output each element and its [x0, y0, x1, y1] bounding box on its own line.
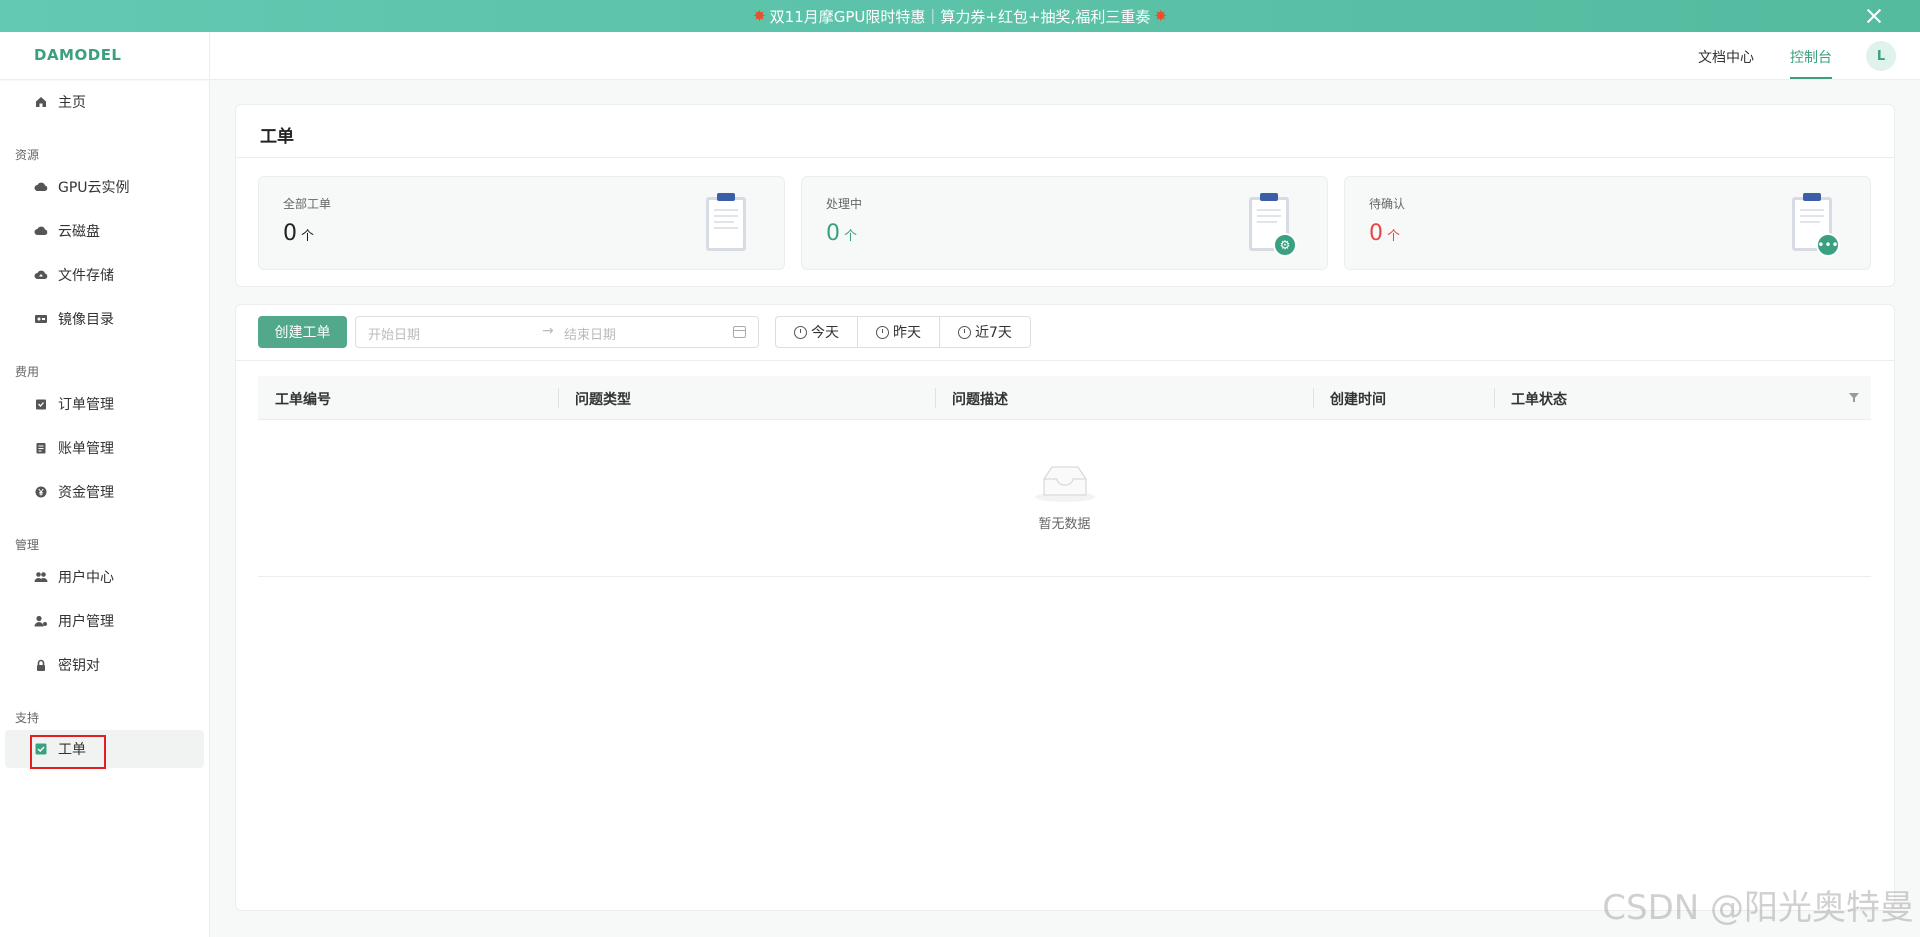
sidebar-item-image-catalog[interactable]: 镜像目录: [0, 300, 209, 338]
empty-inbox-icon: [1035, 466, 1095, 502]
column-created-time: 创建时间: [1330, 392, 1386, 408]
sidebar: 主页 资源 GPU云实例 云磁盘 文件存储 镜像目录 费用 订单管理 账单管理 …: [0, 81, 209, 937]
top-bar: DAMODEL 文档中心 控制台 L: [0, 32, 1920, 80]
quick-date-group: 今天 昨天 近7天: [775, 316, 1031, 348]
avatar[interactable]: L: [1866, 41, 1896, 71]
console-link[interactable]: 控制台: [1790, 47, 1832, 67]
sidebar-item-label: 主页: [58, 95, 86, 111]
sidebar-item-label: 用户管理: [58, 614, 114, 630]
yesterday-button[interactable]: 昨天: [857, 316, 940, 348]
sidebar-item-label: 资金管理: [58, 485, 114, 501]
calendar-icon: [733, 326, 746, 338]
clock-icon: [958, 325, 971, 339]
home-icon: [34, 95, 48, 109]
stat-card-processing[interactable]: 处理中 0个 ⚙: [801, 176, 1328, 270]
column-ticket-status: 工单状态: [1511, 392, 1567, 408]
promo-banner-text[interactable]: 双11月摩GPU限时特惠｜算力券+红包+抽奖,福利三重奏: [770, 6, 1151, 27]
arrow-right-icon: →: [542, 323, 554, 339]
sidebar-item-file-storage[interactable]: 文件存储: [0, 256, 209, 294]
promo-banner: ✸ 双11月摩GPU限时特惠｜算力券+红包+抽奖,福利三重奏 ✸: [0, 0, 1920, 32]
sidebar-item-label: 密钥对: [58, 658, 100, 674]
sidebar-item-cloud-disk[interactable]: 云磁盘: [0, 212, 209, 250]
sidebar-section-support: 支持: [15, 711, 40, 725]
cloud-disk-icon: [34, 224, 48, 238]
stat-label: 待确认: [1369, 197, 1406, 211]
console-link-underline: [1790, 77, 1832, 79]
column-separator: [558, 388, 559, 408]
clipboard-icon: [706, 193, 746, 251]
today-button[interactable]: 今天: [775, 316, 858, 348]
cloud-upload-icon: [34, 268, 48, 282]
start-date-input[interactable]: 开始日期: [368, 324, 420, 343]
column-separator: [1313, 388, 1314, 408]
filter-divider: [235, 360, 1895, 361]
panel-divider: [236, 157, 1894, 158]
sidebar-item-label: 云磁盘: [58, 224, 100, 240]
sidebar-section-resources: 资源: [15, 148, 40, 162]
stat-value: 0个: [826, 221, 858, 246]
sidebar-item-label: 订单管理: [58, 397, 114, 413]
stat-label: 处理中: [826, 197, 863, 211]
sidebar-item-orders[interactable]: 订单管理: [0, 385, 209, 423]
sidebar-section-management: 管理: [15, 538, 40, 552]
sidebar-item-label: 镜像目录: [58, 312, 114, 328]
watermark: CSDN @阳光奥特曼: [1602, 888, 1914, 928]
stat-card-pending[interactable]: 待确认 0个 •••: [1344, 176, 1871, 270]
date-range-picker[interactable]: 开始日期 → 结束日期: [355, 316, 759, 348]
column-separator: [1494, 388, 1495, 408]
sidebar-divider: [209, 32, 210, 937]
last-7-days-button[interactable]: 近7天: [939, 316, 1031, 348]
column-issue-type: 问题类型: [575, 392, 631, 408]
stat-card-all[interactable]: 全部工单 0个: [258, 176, 785, 270]
sidebar-item-label: 文件存储: [58, 268, 114, 284]
close-icon[interactable]: [1864, 6, 1884, 26]
more-dots-icon: •••: [1816, 233, 1840, 257]
page-title: 工单: [260, 127, 294, 147]
burst-icon: ✸: [1154, 7, 1167, 25]
burst-icon: ✸: [753, 7, 766, 25]
docs-center-link[interactable]: 文档中心: [1698, 47, 1754, 67]
gear-icon: ⚙: [1273, 233, 1297, 257]
sidebar-item-keypair[interactable]: 密钥对: [0, 646, 209, 684]
stat-value: 0个: [1369, 221, 1401, 246]
column-ticket-id: 工单编号: [275, 392, 331, 408]
sidebar-item-label: GPU云实例: [58, 180, 130, 196]
clock-icon: [794, 325, 807, 339]
table-header: 工单编号 问题类型 问题描述 创建时间 工单状态: [258, 376, 1871, 420]
user-gear-icon: [34, 614, 48, 628]
image-catalog-icon: [34, 312, 48, 326]
sidebar-item-funds[interactable]: 资金管理: [0, 473, 209, 511]
empty-state: 暂无数据: [258, 421, 1871, 577]
sidebar-item-label: 账单管理: [58, 441, 114, 457]
end-date-input[interactable]: 结束日期: [564, 324, 616, 343]
column-separator: [935, 388, 936, 408]
clock-icon: [876, 325, 889, 339]
stat-value: 0个: [283, 221, 315, 246]
stat-label: 全部工单: [283, 197, 332, 211]
cloud-icon: [34, 180, 48, 194]
bill-icon: [34, 441, 48, 455]
logo[interactable]: DAMODEL: [34, 46, 122, 64]
sidebar-item-user-management[interactable]: 用户管理: [0, 602, 209, 640]
sidebar-item-home[interactable]: 主页: [0, 83, 209, 121]
yen-icon: [34, 485, 48, 499]
sidebar-item-user-center[interactable]: 用户中心: [0, 558, 209, 596]
sidebar-section-billing: 费用: [15, 365, 40, 379]
order-icon: [34, 397, 48, 411]
users-icon: [34, 570, 48, 584]
highlight-box: [30, 735, 106, 769]
sidebar-item-bills[interactable]: 账单管理: [0, 429, 209, 467]
column-issue-description: 问题描述: [952, 392, 1008, 408]
sidebar-item-label: 用户中心: [58, 570, 114, 586]
create-ticket-button[interactable]: 创建工单: [258, 316, 347, 348]
empty-text: 暂无数据: [1038, 517, 1091, 532]
filter-icon[interactable]: [1849, 393, 1859, 402]
sidebar-item-gpu-instance[interactable]: GPU云实例: [0, 168, 209, 206]
lock-icon: [34, 658, 48, 672]
